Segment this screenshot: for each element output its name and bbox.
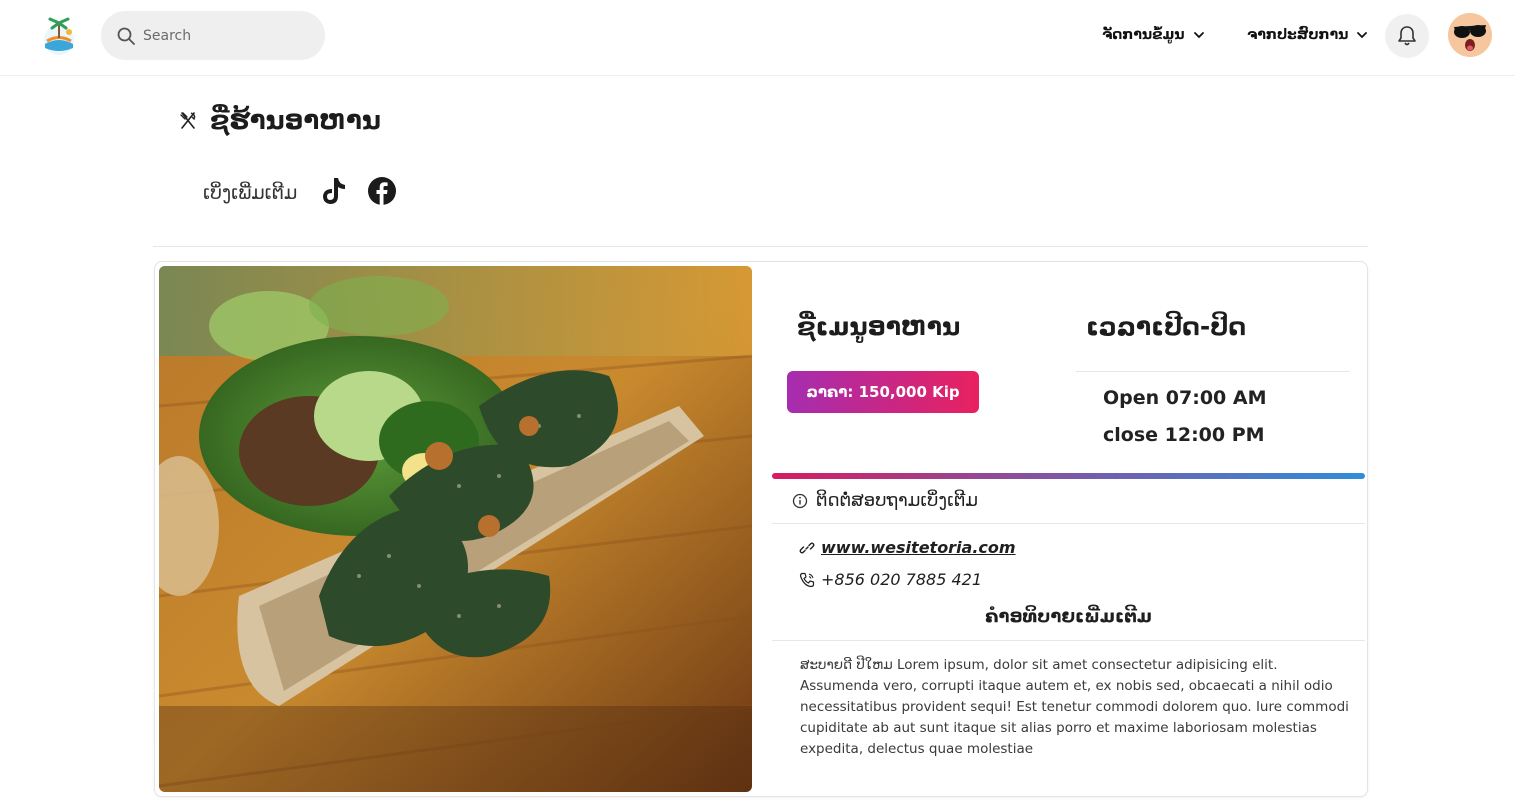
nav-menu-experience[interactable]: ຈາກປະສົບການ [1247, 22, 1368, 48]
chevron-down-icon [1193, 32, 1204, 39]
phone-number[interactable]: +856 020 7885 421 [821, 570, 982, 589]
search-box[interactable] [101, 11, 325, 60]
facebook-link[interactable] [367, 176, 397, 210]
info-icon [792, 493, 808, 508]
restaurant-title: ຊື່ຮ້ານອາຫານ [210, 106, 381, 136]
nav-menu-manage-label: ຈັດການຂໍ້ມູນ [1102, 27, 1185, 43]
app-logo[interactable] [36, 14, 82, 60]
restaurant-header: ຊື່ຮ້ານອາຫານ [178, 106, 381, 136]
website-link[interactable]: www.wesitetoria.com [821, 538, 1016, 557]
see-more-label: ເບິ່ງເພີ່ມເຕີມ [203, 182, 298, 204]
facebook-icon [368, 177, 397, 205]
price-button[interactable]: ລາຄາ: 150,000 Kip [787, 371, 979, 413]
nav-menu-manage[interactable]: ຈັດການຂໍ້ມູນ [1102, 22, 1205, 48]
user-avatar[interactable] [1448, 13, 1492, 57]
phone-row: +856 020 7885 421 [799, 570, 982, 589]
avatar-icon [1448, 13, 1492, 57]
search-icon [117, 27, 135, 45]
link-icon [799, 542, 815, 553]
menu-name: ຊື່ເມນູອາຫານ [797, 312, 961, 341]
description-title: ຄຳອທິບາຍເພີ່ມເຕີມ [985, 606, 1152, 627]
food-photo [159, 266, 752, 792]
tiktok-link[interactable] [319, 176, 347, 210]
phone-icon [799, 572, 815, 587]
menu-card: ຊື່ເມນູອາຫານ ລາຄາ: 150,000 Kip ເວລາເປີດ-… [154, 261, 1368, 797]
top-navigation: ຈັດການຂໍ້ມູນ ຈາກປະສົບການ [0, 0, 1515, 76]
search-input[interactable] [143, 27, 313, 44]
contact-header: ຕິດຕໍ່ສອບຖາມເບິ່ງເຕີມ [792, 490, 978, 511]
notifications-button[interactable] [1385, 14, 1429, 58]
hours-divider [1076, 371, 1350, 372]
contact-title: ຕິດຕໍ່ສອບຖາມເບິ່ງເຕີມ [816, 490, 978, 511]
website-row: www.wesitetoria.com [799, 538, 1016, 557]
gradient-divider [772, 473, 1365, 479]
divider [153, 246, 1368, 247]
social-links: ເບິ່ງເພີ່ມເຕີມ [203, 176, 397, 210]
description-text: ສະບາຍດີ ປີໃຫມ Lorem ipsum, dolor sit ame… [800, 657, 1349, 757]
hours-title: ເວລາເປີດ-ປິດ [1086, 312, 1247, 341]
tiktok-icon [323, 178, 346, 204]
open-time: Open 07:00 AM [1103, 387, 1267, 409]
food-image [159, 266, 752, 792]
bell-icon [1398, 26, 1416, 46]
logo-icon [44, 17, 74, 55]
utensils-icon [180, 112, 196, 129]
close-time: close 12:00 PM [1103, 424, 1265, 446]
divider [772, 523, 1365, 524]
chevron-down-icon [1357, 32, 1368, 39]
nav-menu-experience-label: ຈາກປະສົບການ [1247, 27, 1349, 43]
divider [772, 640, 1365, 641]
